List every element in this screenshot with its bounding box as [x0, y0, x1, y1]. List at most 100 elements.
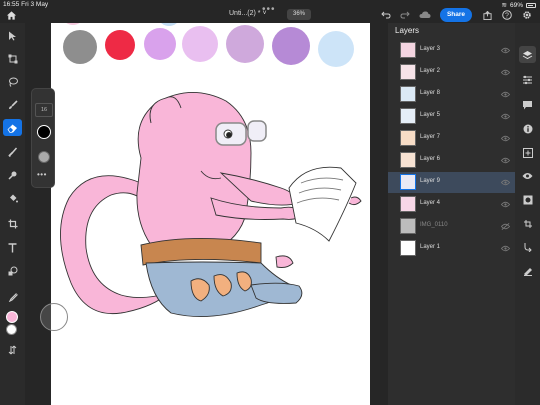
layer-row[interactable]: Layer 4	[388, 194, 515, 215]
select-tool[interactable]	[3, 27, 22, 44]
palette-swatch-red[interactable]	[105, 30, 135, 60]
shape-icon	[8, 266, 17, 275]
fill-tool[interactable]	[3, 189, 22, 206]
info-button[interactable]	[521, 122, 534, 135]
eye-icon[interactable]	[501, 156, 510, 165]
swap-colors-button[interactable]	[3, 341, 22, 358]
eye-icon[interactable]	[501, 134, 510, 143]
select-icon	[9, 31, 16, 40]
layer-row[interactable]: Layer 6	[388, 150, 515, 171]
palette-swatch-purple[interactable]	[272, 27, 310, 65]
layers-toggle-button[interactable]	[519, 46, 536, 63]
layer-thumbnail	[400, 240, 416, 256]
layer-row[interactable]: Layer 1	[388, 238, 515, 259]
zoom-level[interactable]: 36%	[287, 9, 311, 20]
text-tool[interactable]	[3, 239, 22, 256]
right-rail	[515, 23, 540, 405]
layer-thumbnail	[400, 174, 416, 190]
touch-modifier-button[interactable]	[40, 303, 68, 331]
layer-row[interactable]: Layer 7	[388, 128, 515, 149]
palette-swatch-light-blue[interactable]	[318, 31, 354, 67]
info-icon	[523, 124, 532, 133]
smudge-icon	[7, 147, 17, 157]
artwork	[60, 23, 362, 317]
eyedropper-tool[interactable]	[3, 288, 22, 305]
palette-swatch-lilac[interactable]	[144, 28, 176, 60]
document-title-text: Unti...(2) *	[229, 10, 261, 17]
layer-row[interactable]: Layer 9	[388, 172, 515, 193]
eraser-tool[interactable]	[3, 119, 22, 136]
color-palette	[63, 25, 354, 67]
brush-tool[interactable]	[3, 96, 22, 113]
brush-icon	[8, 99, 18, 109]
eraser-icon	[7, 124, 17, 133]
eye-icon[interactable]	[501, 200, 510, 209]
left-toolbar	[0, 23, 25, 405]
properties-button[interactable]	[521, 73, 534, 86]
palette-swatch-grey[interactable]	[63, 30, 97, 64]
palette-swatch-pale-lilac[interactable]	[182, 26, 218, 62]
settings-icon[interactable]	[521, 9, 533, 21]
cloud-icon[interactable]	[419, 9, 431, 21]
undo-icon[interactable]	[380, 9, 392, 21]
clone-tool[interactable]	[3, 166, 22, 183]
background-color-swatch[interactable]	[6, 324, 17, 335]
layer-name: Layer 4	[420, 200, 441, 206]
palette-swatch-mauve[interactable]	[226, 25, 264, 63]
lasso-tool[interactable]	[3, 73, 22, 90]
home-button[interactable]	[4, 8, 18, 22]
layers-panel: Layers Layer 3 Layer 2 Layer 8 Layer 5 Layer…	[388, 23, 515, 405]
svg-text:?: ?	[505, 13, 509, 20]
share-button[interactable]: Share	[440, 8, 472, 22]
document-title[interactable]: Unti...(2) * ˅	[229, 10, 267, 17]
eye-hidden-icon[interactable]	[501, 222, 510, 231]
brush-opacity-indicator[interactable]	[38, 151, 50, 163]
layer-row[interactable]: IMG_0110	[388, 216, 515, 237]
layer-name: Layer 7	[420, 134, 441, 140]
layer-thumbnail	[400, 86, 416, 102]
text-icon	[8, 242, 17, 252]
foreground-color-swatch[interactable]	[6, 311, 18, 323]
eye-icon[interactable]	[501, 244, 510, 253]
transform-tool[interactable]	[3, 50, 22, 67]
layer-name: Layer 3	[420, 46, 441, 52]
layer-name: Layer 2	[420, 68, 441, 74]
creature-drawing	[60, 92, 362, 317]
layer-effects-button[interactable]	[521, 264, 534, 277]
export-icon[interactable]	[481, 9, 493, 21]
layer-row[interactable]: Layer 2	[388, 62, 515, 83]
layer-name: Layer 8	[420, 90, 441, 96]
brush-color-indicator[interactable]	[37, 125, 51, 139]
clip-button[interactable]	[521, 217, 534, 230]
layer-row[interactable]: Layer 3	[388, 40, 515, 61]
eye-icon[interactable]	[501, 178, 510, 187]
eye-icon[interactable]	[501, 112, 510, 121]
brush-size-field[interactable]: 16	[35, 103, 53, 117]
merge-icon	[524, 242, 532, 252]
layer-thumbnail	[400, 152, 416, 168]
effects-icon	[523, 267, 532, 276]
add-layer-button[interactable]	[521, 146, 534, 159]
drawing-canvas[interactable]	[51, 23, 370, 405]
mask-button[interactable]	[521, 193, 534, 206]
shape-tool[interactable]	[3, 262, 22, 279]
help-icon[interactable]: ?	[501, 9, 513, 21]
comments-button[interactable]	[521, 98, 534, 111]
eye-icon[interactable]	[501, 68, 510, 77]
eye-icon[interactable]	[501, 46, 510, 55]
smudge-tool[interactable]	[3, 143, 22, 160]
merge-button[interactable]	[521, 240, 534, 253]
home-icon	[6, 10, 16, 20]
eye-icon	[522, 172, 533, 179]
layer-name: IMG_0110	[420, 222, 448, 228]
eye-icon[interactable]	[501, 90, 510, 99]
redo-icon[interactable]	[399, 9, 411, 21]
visibility-button[interactable]	[521, 169, 534, 182]
crop-tool[interactable]	[3, 215, 22, 232]
brush-settings-panel: 16 •••	[31, 88, 55, 188]
layer-row[interactable]: Layer 5	[388, 106, 515, 127]
swap-icon	[8, 345, 17, 354]
layer-row[interactable]: Layer 8	[388, 84, 515, 105]
more-options-button[interactable]: •••	[37, 170, 47, 179]
layer-thumbnail	[400, 42, 416, 58]
